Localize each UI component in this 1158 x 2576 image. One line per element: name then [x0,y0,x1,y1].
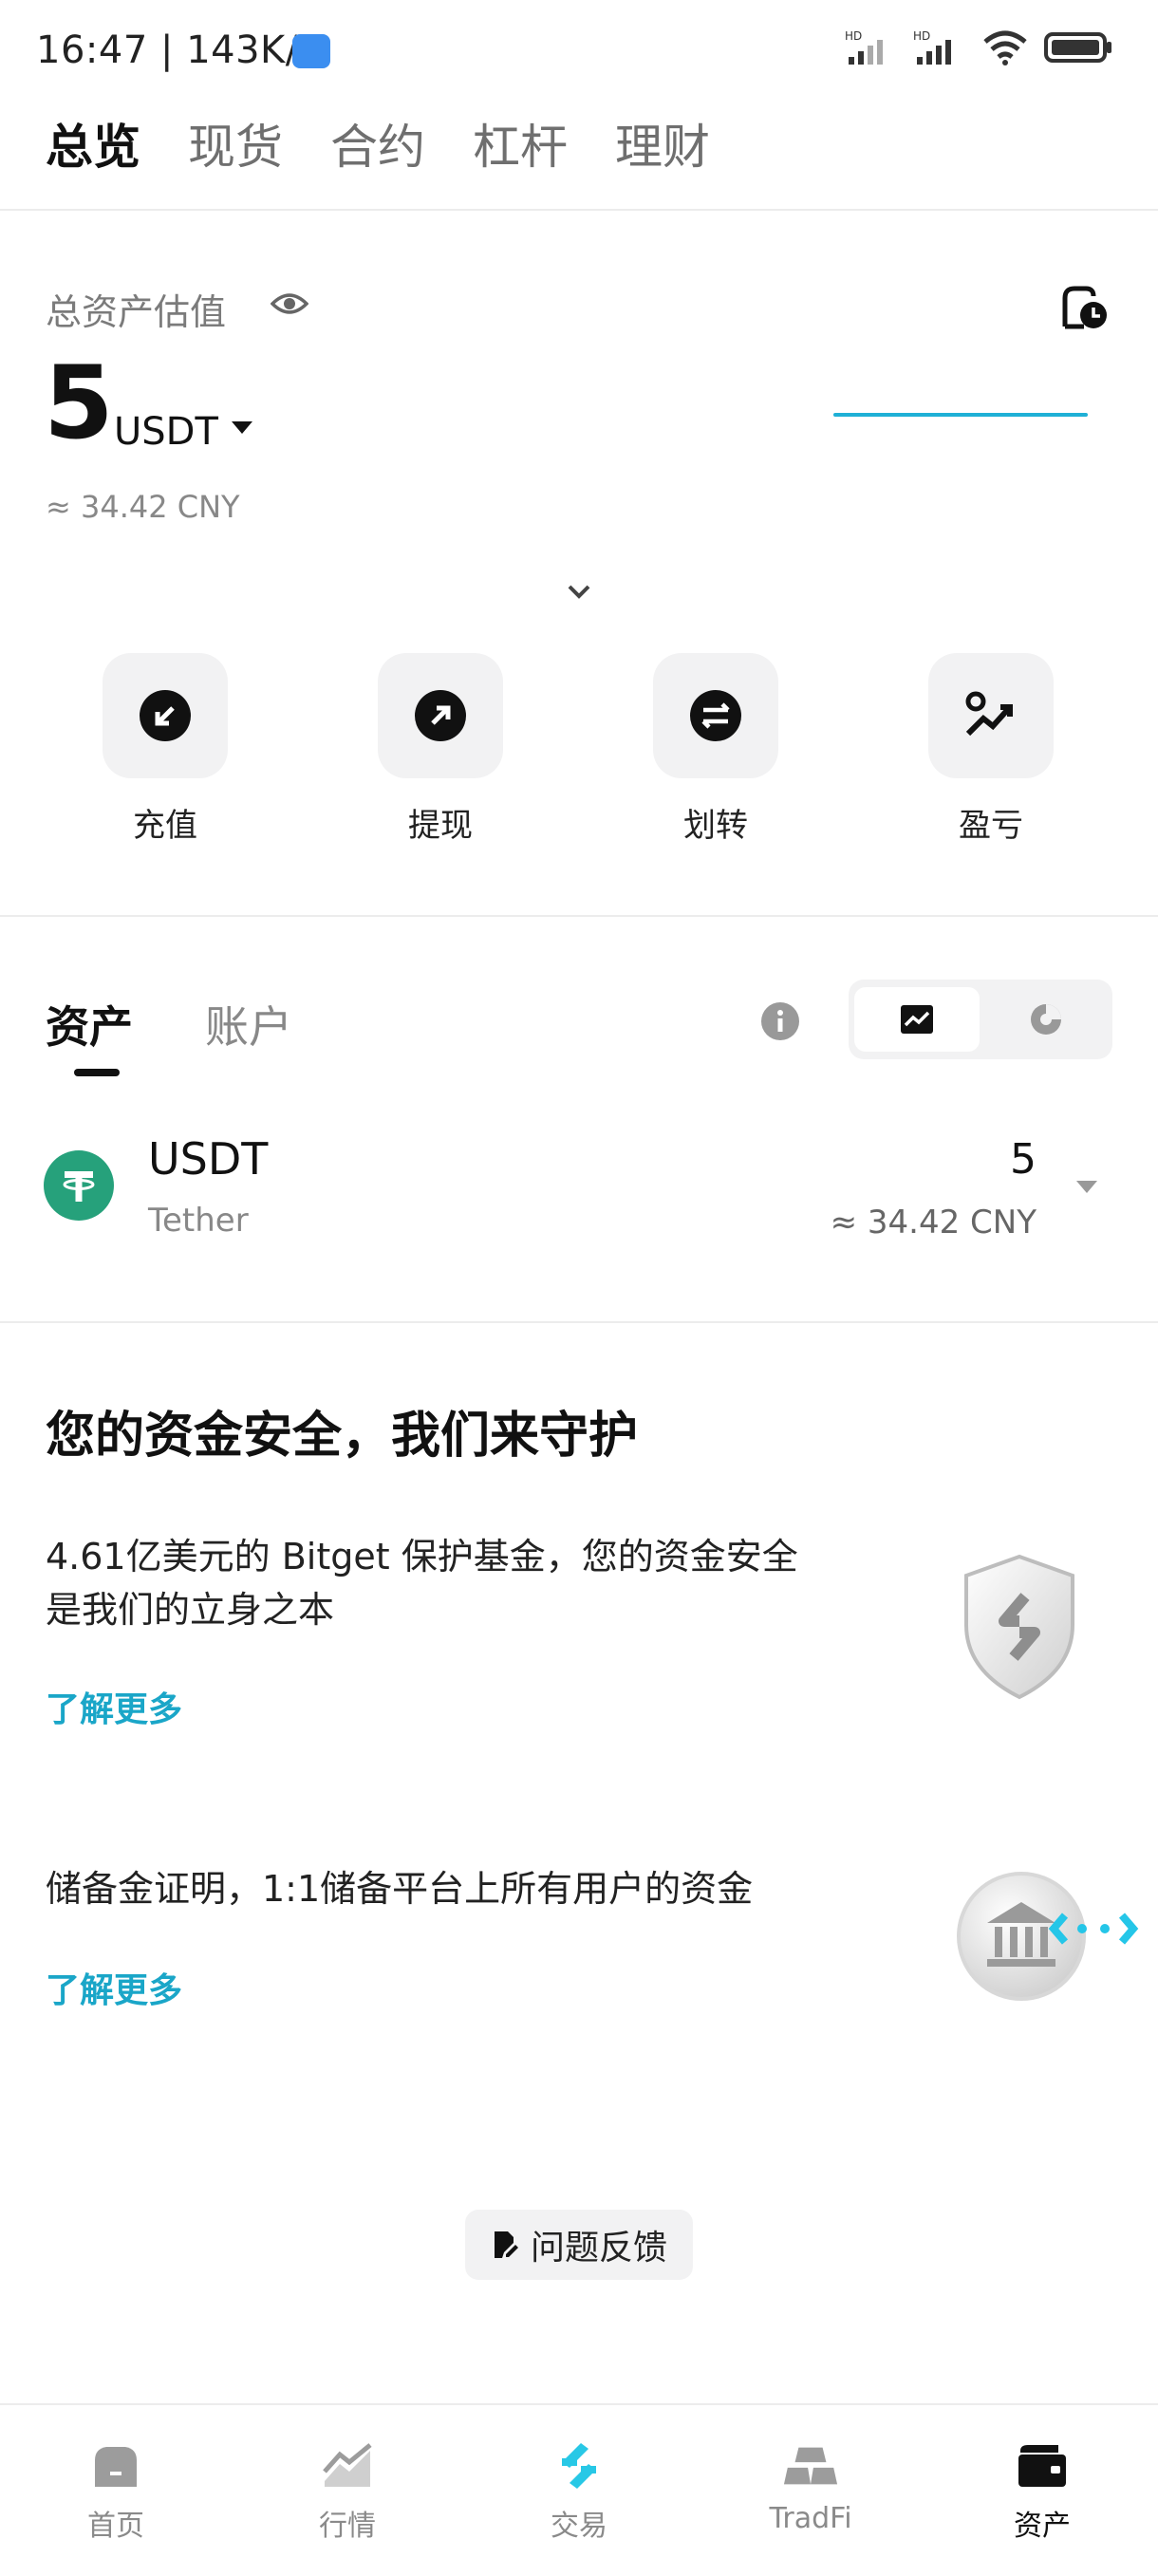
nav-trade[interactable]: 交易 [503,2439,655,2544]
status-time: 16:47 [36,28,148,72]
status-icons: HD HD [845,28,1114,66]
nav-market[interactable]: 行情 [271,2439,423,2544]
total-assets-amount: 5 [44,345,114,461]
learn-more-link[interactable]: 了解更多 [46,1682,182,1731]
protection-fund-text: 4.61亿美元的 Bitget 保护基金，您的资金安全是我们的立身之本 [46,1536,798,1631]
svg-text:HD: HD [845,29,862,43]
tab-spot[interactable]: 现货 [188,109,283,185]
deposit-label: 充值 [133,807,197,845]
learn-more-link[interactable]: 了解更多 [46,1963,182,2012]
signal-icon: HD [845,29,883,65]
security-title: 您的资金安全，我们来守护 [46,1408,639,1465]
market-icon [323,2443,372,2487]
wallet-icon [1018,2445,1066,2487]
caret-down-icon[interactable] [1076,1181,1097,1193]
asset-amount: 5 [1010,1135,1037,1184]
proof-of-reserves-text: 储备金证明，1:1储备平台上所有用户的资金 [46,1868,754,1910]
divider [0,1321,1158,1323]
total-assets-cny: ≈ 34.42 CNY [46,489,240,525]
signal-icon: HD [913,29,951,65]
caret-down-icon[interactable] [232,421,252,434]
pnl-label: 盈亏 [959,807,1023,845]
active-tab-indicator [74,1069,120,1076]
nav-trade-label: 交易 [551,2510,607,2543]
nav-tradfi-label: TradFi [769,2502,852,2535]
tab-futures[interactable]: 合约 [330,109,425,185]
tab-accounts[interactable]: 账户 [205,993,292,1055]
transfer-label: 划转 [683,807,748,845]
battery-icon [1044,32,1111,63]
nav-home-label: 首页 [87,2510,144,2543]
tether-logo-icon [44,1150,114,1221]
nav-market-label: 行情 [319,2510,376,2543]
pnl-button[interactable]: 盈亏 [928,653,1054,846]
bottom-nav: 首页 行情 交易 TradFi 资产 [0,2403,1158,2576]
divider [0,209,1158,211]
deposit-icon [140,690,191,741]
feedback-label: 问题反馈 [530,2229,667,2268]
withdraw-label: 提现 [408,807,473,845]
withdraw-button[interactable]: 提现 [378,653,503,846]
nav-tradfi[interactable]: TradFi [735,2439,887,2535]
line-chart-icon [901,1005,933,1034]
view-toggle [849,980,1112,1059]
home-icon [95,2447,137,2487]
asset-cny-value: ≈ 34.42 CNY [830,1204,1037,1241]
tab-overview[interactable]: 总览 [46,109,140,185]
edit-note-icon [494,2231,518,2258]
svg-text:HD: HD [913,29,930,43]
currency-selector[interactable]: USDT [114,410,218,454]
chevron-down-icon[interactable] [562,579,596,604]
pie-view-button[interactable] [985,987,1107,1052]
deposit-button[interactable]: 充值 [103,653,228,846]
info-icon[interactable] [759,1000,801,1042]
transfer-icon [690,690,741,741]
history-icon[interactable] [1059,285,1109,330]
asset-symbol: USDT [148,1133,269,1185]
chart-view-button[interactable] [854,987,980,1052]
feedback-button[interactable]: 问题反馈 [465,2210,693,2280]
tab-margin[interactable]: 杠杆 [473,109,568,185]
wifi-icon [983,30,1027,65]
shield-icon [964,1554,1074,1700]
trade-icon [562,2443,596,2489]
pie-chart-icon [1031,1004,1061,1035]
tab-assets[interactable]: 资产 [46,993,133,1055]
divider [0,915,1158,917]
pnl-icon [965,691,1013,737]
status-bar: 16:47 | 143K/s HD HD [0,0,1158,104]
top-tabs: 总览 现货 合约 杠杆 理财 [46,109,710,185]
nav-assets-label: 资产 [1014,2510,1071,2543]
eye-icon[interactable] [271,290,308,317]
asset-name: Tether [148,1202,249,1240]
transfer-button[interactable]: 划转 [653,653,778,846]
asset-trend-sparkline [833,413,1088,417]
android-notification-icon [292,34,330,68]
tab-earn[interactable]: 理财 [615,109,710,185]
bank-reserve-icon [957,1872,1139,2001]
withdraw-icon [415,690,466,741]
nav-assets[interactable]: 资产 [966,2439,1118,2544]
nav-home[interactable]: 首页 [40,2439,192,2544]
total-assets-label: 总资产估值 [46,291,227,333]
tradfi-icon [783,2447,838,2485]
